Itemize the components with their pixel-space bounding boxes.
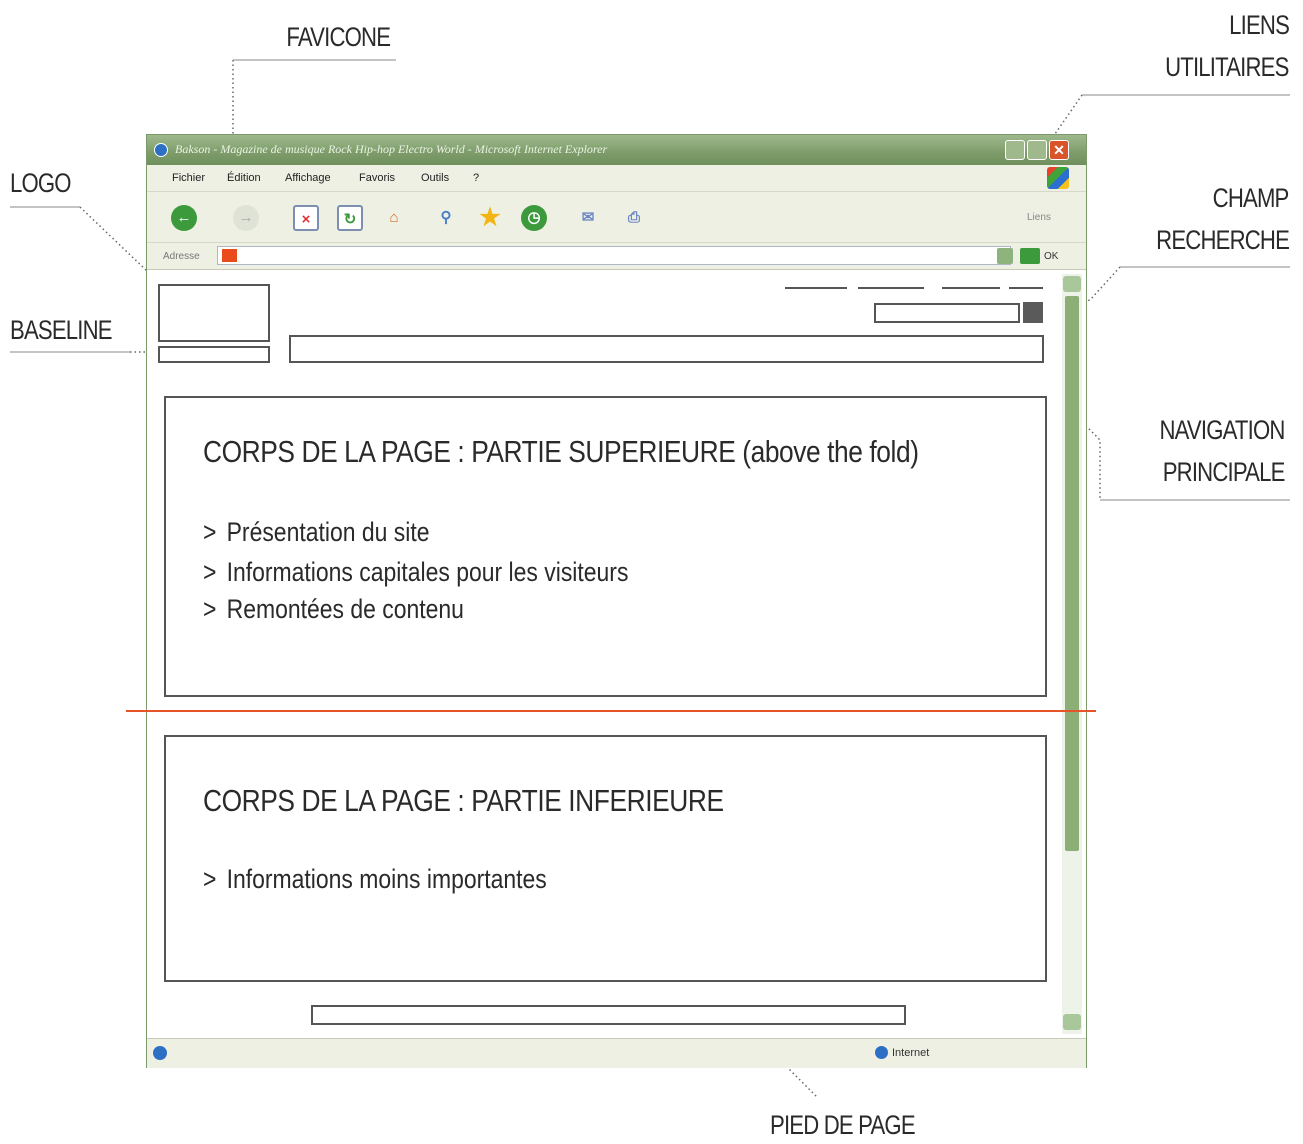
lower-list-item: > Informations moins importantes	[203, 864, 547, 895]
address-dropdown-icon[interactable]	[997, 248, 1013, 264]
vertical-scrollbar[interactable]	[1062, 274, 1082, 1034]
main-navigation-box	[289, 335, 1044, 363]
ie-icon	[154, 143, 168, 157]
search-submit-button	[1023, 302, 1043, 323]
search-field-box	[874, 303, 1020, 323]
upper-list-item: > Remontées de contenu	[203, 594, 464, 625]
list-item-text: Informations moins importantes	[226, 864, 547, 894]
callout-nav-line2: PRINCIPALE	[1163, 457, 1286, 487]
list-item-text: Présentation du site	[226, 517, 430, 547]
print-icon[interactable]: ⎙	[621, 205, 647, 231]
callout-logo: LOGO	[10, 168, 72, 198]
callout-baseline: BASELINE	[10, 315, 113, 345]
callout-favicone: FAVICONE	[286, 22, 391, 52]
window-title: Bakson - Magazine de musique Rock Hip-ho…	[175, 142, 608, 156]
favicon-icon	[222, 249, 237, 262]
page-status-icon	[153, 1046, 167, 1060]
callout-champ-line1: CHAMP	[1213, 183, 1290, 213]
callout-pied-de-page: PIED DE PAGE	[770, 1110, 916, 1140]
callout-champ-line2: RECHERCHE	[1156, 225, 1290, 255]
address-label: Adresse	[163, 251, 200, 262]
scroll-up-icon[interactable]	[1063, 276, 1081, 292]
callout-liens-line2: UTILITAIRES	[1165, 52, 1290, 82]
search-icon[interactable]: ⚲	[433, 205, 459, 231]
address-bar: Adresse OK	[147, 243, 1086, 270]
minimize-button[interactable]	[1005, 140, 1025, 160]
baseline-box	[158, 346, 270, 363]
mail-icon[interactable]: ✉	[575, 205, 601, 231]
title-bar[interactable]: Bakson - Magazine de musique Rock Hip-ho…	[147, 135, 1086, 165]
bullet-marker: >	[203, 594, 217, 624]
callout-nav-line1: NAVIGATION	[1159, 415, 1286, 445]
stop-icon[interactable]: ×	[293, 205, 319, 231]
bullet-marker: >	[203, 557, 217, 587]
lower-body-box	[164, 735, 1047, 982]
history-icon[interactable]: ◷	[521, 205, 547, 231]
bullet-marker: >	[203, 864, 217, 894]
forward-icon[interactable]: →	[233, 205, 259, 231]
bullet-marker: >	[203, 517, 217, 547]
utility-link	[1009, 287, 1043, 289]
status-bar: Internet	[147, 1038, 1086, 1068]
utility-link	[858, 287, 924, 289]
scroll-down-icon[interactable]	[1063, 1014, 1081, 1030]
close-button[interactable]: ✕	[1049, 140, 1069, 160]
status-zone: Internet	[892, 1047, 930, 1059]
menu-favoris[interactable]: Favoris	[359, 172, 395, 184]
menu-fichier[interactable]: Fichier	[172, 172, 205, 184]
back-icon[interactable]: ←	[171, 205, 197, 231]
list-item-text: Informations capitales pour les visiteur…	[226, 557, 629, 587]
list-item-text: Remontées de contenu	[226, 594, 464, 624]
ok-button[interactable]: OK	[1044, 251, 1058, 262]
callout-liens-line1: LIENS	[1229, 10, 1290, 40]
menu-outils[interactable]: Outils	[421, 172, 449, 184]
toolbar: ← → × ↻ ⌂ ⚲ ★ ◷ ✉ ⎙ Liens	[147, 192, 1086, 243]
favorites-star-icon[interactable]: ★	[477, 205, 503, 231]
upper-list-item: > Informations capitales pour les visiteu…	[203, 557, 628, 588]
utility-link	[785, 287, 847, 289]
scroll-thumb[interactable]	[1065, 296, 1079, 851]
address-input[interactable]	[217, 246, 1011, 265]
globe-icon	[875, 1046, 888, 1059]
windows-logo-icon	[1047, 167, 1069, 189]
upper-body-title: CORPS DE LA PAGE : PARTIE SUPERIEURE (ab…	[203, 434, 919, 469]
menu-edition[interactable]: Édition	[227, 172, 261, 184]
fold-line	[126, 710, 1096, 712]
maximize-button[interactable]	[1027, 140, 1047, 160]
menu-help[interactable]: ?	[473, 172, 479, 184]
menu-bar: Fichier Édition Affichage Favoris Outils…	[147, 165, 1086, 192]
footer-box	[311, 1005, 906, 1025]
go-arrow-icon[interactable]	[1020, 248, 1040, 264]
menu-affichage[interactable]: Affichage	[285, 172, 331, 184]
home-icon[interactable]: ⌂	[381, 205, 407, 231]
utility-link	[942, 287, 1000, 289]
links-label[interactable]: Liens	[1027, 212, 1051, 223]
lower-body-title: CORPS DE LA PAGE : PARTIE INFERIEURE	[203, 783, 724, 818]
logo-box	[158, 284, 270, 342]
upper-list-item: > Présentation du site	[203, 517, 429, 548]
refresh-icon[interactable]: ↻	[337, 205, 363, 231]
